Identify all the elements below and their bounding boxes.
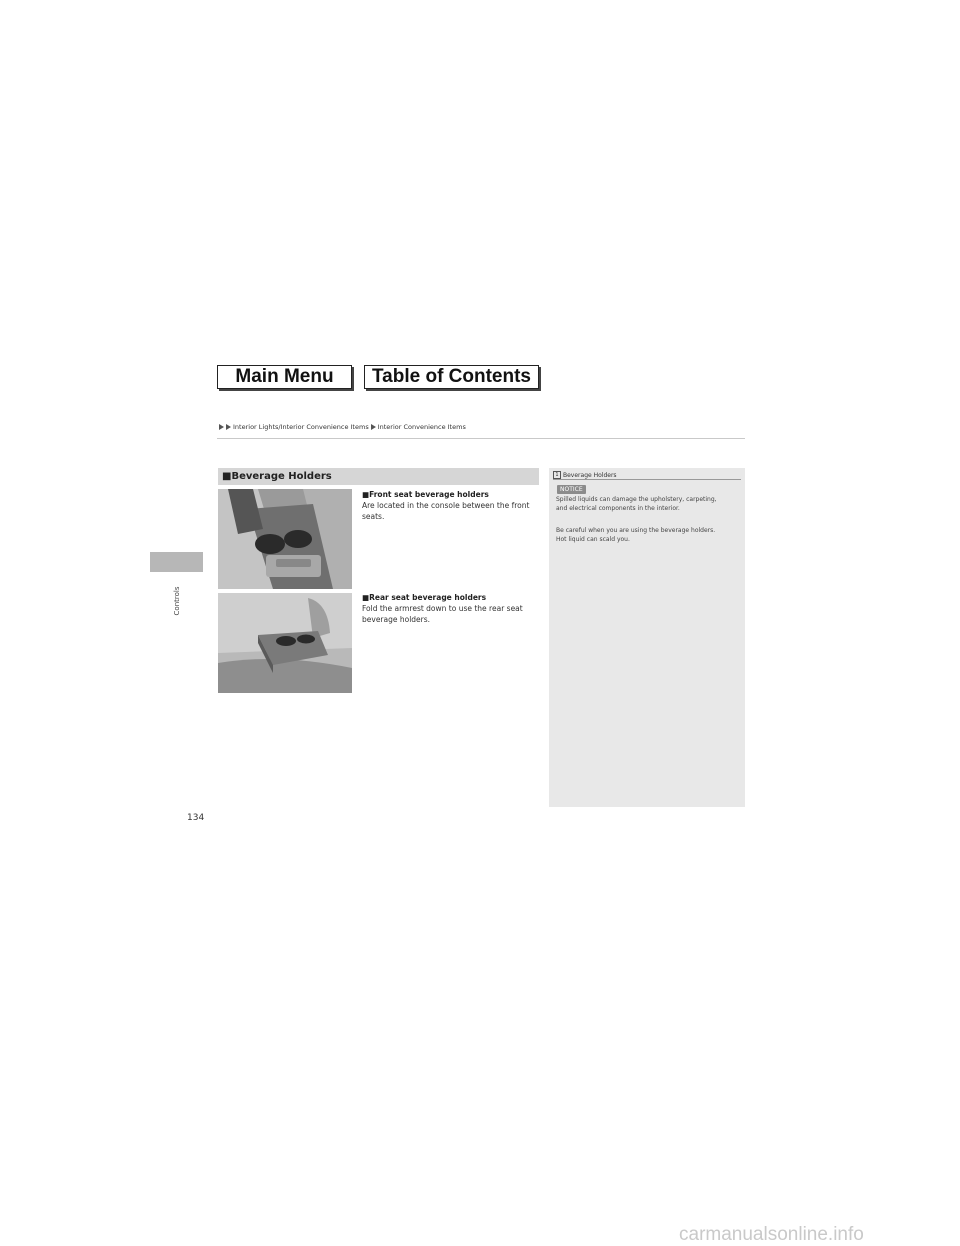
notice-badge: NOTICE [557, 485, 586, 494]
table-of-contents-button[interactable]: Table of Contents [364, 365, 539, 389]
rear-beverage-holder-photo [218, 593, 352, 693]
breadcrumb-arrow-icon [370, 424, 376, 430]
rear-seat-text-line1: Fold the armrest down to use the rear se… [362, 604, 523, 613]
notes-panel [549, 468, 745, 807]
front-seat-text-line2: seats. [362, 512, 385, 521]
notes-divider [553, 479, 741, 480]
caution-text-line1: Be careful when you are using the bevera… [556, 527, 716, 534]
reference-icon: 1 [553, 471, 561, 479]
front-seat-text-line1: Are located in the console between the f… [362, 501, 530, 510]
breadcrumb-arrow-icon [219, 424, 224, 430]
caution-text-line2: Hot liquid can scald you. [556, 536, 630, 543]
rear-seat-heading: ■Rear seat beverage holders [362, 593, 487, 602]
main-menu-button[interactable]: Main Menu [217, 365, 352, 389]
chapter-tab [150, 552, 203, 572]
footer-watermark[interactable]: carmanualsonline.info [679, 1224, 864, 1246]
breadcrumb-item-interior-convenience[interactable]: Interior Convenience Items [378, 423, 466, 431]
notes-panel-title: 1 Beverage Holders [553, 471, 617, 479]
section-heading: ■Beverage Holders [218, 468, 539, 485]
front-seat-heading: ■Front seat beverage holders [362, 490, 489, 499]
notes-title-text: Beverage Holders [563, 471, 617, 479]
rear-seat-text-line2: beverage holders. [362, 615, 431, 624]
notice-text-line2: and electrical components in the interio… [556, 505, 680, 512]
breadcrumb: Interior Lights/Interior Convenience Ite… [219, 423, 466, 431]
chapter-tab-label: Controls [173, 586, 181, 616]
front-beverage-holder-photo [218, 489, 352, 589]
notice-text-line1: Spilled liquids can damage the upholster… [556, 496, 717, 503]
page-number: 134 [187, 813, 205, 823]
breadcrumb-arrow-icon [226, 424, 231, 430]
breadcrumb-item-interior-lights[interactable]: Interior Lights/Interior Convenience Ite… [233, 423, 369, 431]
header-divider [217, 438, 745, 439]
